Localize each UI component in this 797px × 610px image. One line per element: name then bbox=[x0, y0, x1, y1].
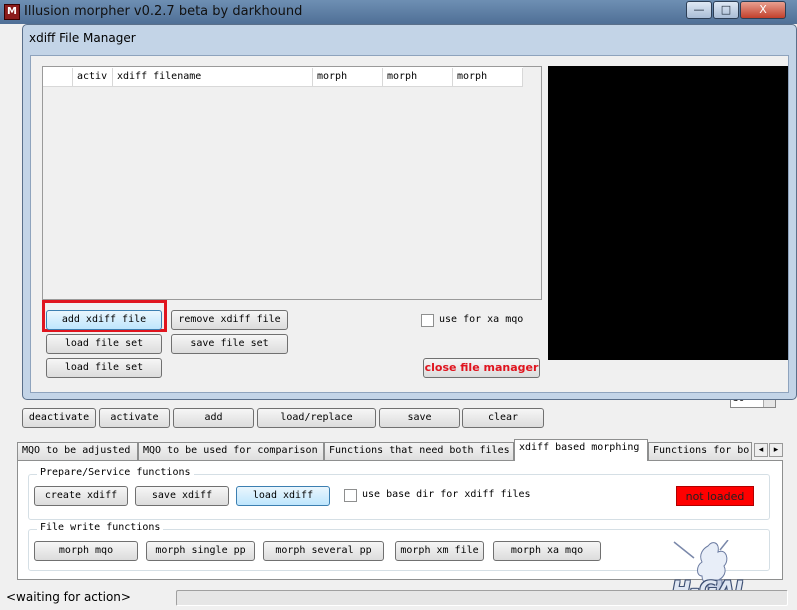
remove-xdiff-file-button[interactable]: remove xdiff file bbox=[171, 310, 288, 330]
tab-scroll-right-icon[interactable]: ▸ bbox=[769, 443, 783, 457]
use-for-xa-mqo-label: use for xa mqo bbox=[439, 314, 524, 325]
load-file-set-button[interactable]: load file set bbox=[46, 334, 162, 354]
tab-xdiff-based-morphing[interactable]: xdiff based morphing bbox=[514, 439, 648, 461]
app-icon: M bbox=[4, 4, 20, 20]
morph-mqo-button[interactable]: morph mqo bbox=[34, 541, 138, 561]
xdiff-file-list[interactable]: activ xdiff filename morph morph morph bbox=[42, 66, 542, 300]
load-file-set-button-2[interactable]: load file set bbox=[46, 358, 162, 378]
load-xdiff-button[interactable]: load xdiff bbox=[236, 486, 330, 506]
col-header-morph-2[interactable]: morph bbox=[383, 68, 453, 86]
file-list-header: activ xdiff filename morph morph morph bbox=[43, 67, 523, 87]
add-button[interactable]: add bbox=[173, 408, 254, 428]
create-xdiff-button[interactable]: create xdiff bbox=[34, 486, 128, 506]
use-base-dir-label: use base dir for xdiff files bbox=[362, 489, 531, 500]
clear-button[interactable]: clear bbox=[462, 408, 544, 428]
add-xdiff-file-button[interactable]: add xdiff file bbox=[46, 310, 162, 330]
col-header-morph-3[interactable]: morph bbox=[453, 68, 523, 86]
prepare-service-group-label: Prepare/Service functions bbox=[37, 467, 194, 478]
main-titlebar[interactable]: M Illusion morpher v0.2.7 beta by darkho… bbox=[0, 0, 797, 24]
status-badge: not loaded bbox=[676, 486, 754, 506]
preview-pane bbox=[548, 66, 788, 360]
morph-single-pp-button[interactable]: morph single pp bbox=[146, 541, 255, 561]
col-header-active[interactable]: activ bbox=[73, 68, 113, 86]
close-button[interactable]: X bbox=[740, 1, 786, 19]
morph-several-pp-button[interactable]: morph several pp bbox=[263, 541, 384, 561]
minimize-button[interactable]: — bbox=[686, 1, 712, 19]
file-write-group-label: File write functions bbox=[37, 522, 164, 533]
col-header-select[interactable] bbox=[43, 68, 73, 86]
window-title: Illusion morpher v0.2.7 beta by darkhoun… bbox=[24, 4, 303, 19]
morph-xa-mqo-button[interactable]: morph xa mqo bbox=[493, 541, 601, 561]
file-manager-dialog: xdiff File Manager activ xdiff filename … bbox=[22, 24, 797, 400]
deactivate-button[interactable]: deactivate bbox=[22, 408, 96, 428]
tab-functions-for-bo[interactable]: Functions for bo bbox=[648, 442, 752, 460]
file-manager-title: xdiff File Manager bbox=[29, 31, 136, 45]
col-header-morph-1[interactable]: morph bbox=[313, 68, 383, 86]
maximize-button[interactable]: □ bbox=[713, 1, 739, 19]
close-file-manager-button[interactable]: close file manager bbox=[423, 358, 540, 378]
tab-functions-both-files[interactable]: Functions that need both files bbox=[324, 442, 514, 460]
tab-scroll-left-icon[interactable]: ◂ bbox=[754, 443, 768, 457]
col-header-filename[interactable]: xdiff filename bbox=[113, 68, 313, 86]
load-replace-button[interactable]: load/replace bbox=[257, 408, 376, 428]
save-file-set-button[interactable]: save file set bbox=[171, 334, 288, 354]
save-button[interactable]: save bbox=[379, 408, 460, 428]
status-text: <waiting for action> bbox=[6, 590, 131, 604]
activate-button[interactable]: activate bbox=[99, 408, 170, 428]
progress-bar bbox=[176, 590, 788, 606]
morph-xm-file-button[interactable]: morph xm file bbox=[395, 541, 484, 561]
save-xdiff-button[interactable]: save xdiff bbox=[135, 486, 229, 506]
use-for-xa-mqo-checkbox[interactable] bbox=[421, 314, 434, 327]
tab-mqo-for-comparison[interactable]: MQO to be used for comparison bbox=[138, 442, 324, 460]
file-manager-body: activ xdiff filename morph morph morph a… bbox=[30, 55, 789, 393]
tab-mqo-to-be-adjusted[interactable]: MQO to be adjusted bbox=[17, 442, 138, 460]
use-base-dir-checkbox[interactable] bbox=[344, 489, 357, 502]
